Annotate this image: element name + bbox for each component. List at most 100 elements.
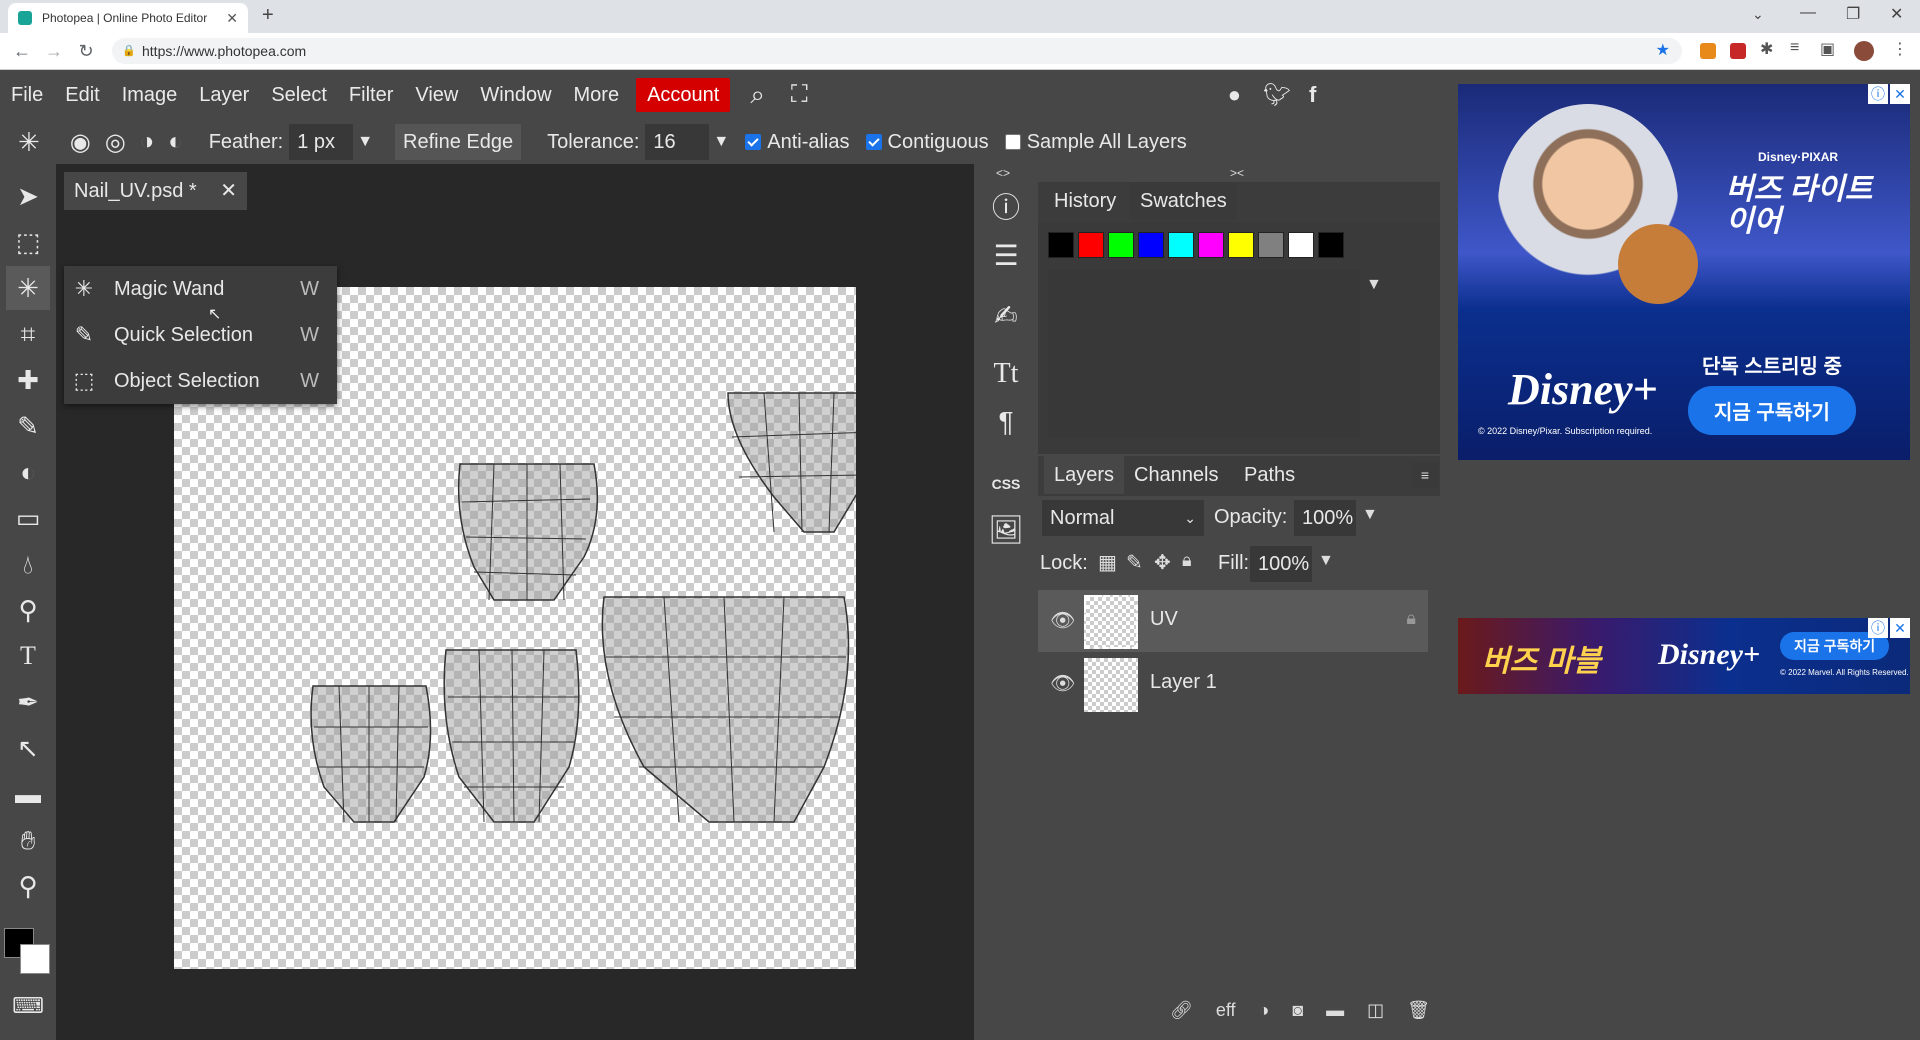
menu-view[interactable]: View <box>404 78 469 112</box>
dodge-tool-icon[interactable]: ⚲ <box>6 588 50 632</box>
tolerance-dropdown-icon[interactable]: ▼ <box>713 133 729 151</box>
type-tool-icon[interactable]: T <box>6 634 50 678</box>
shape-tool-icon[interactable]: ▬ <box>6 772 50 816</box>
gradient-tool-icon[interactable]: ▭ <box>6 496 50 540</box>
extension-fox-icon[interactable] <box>1700 43 1716 59</box>
reading-list-icon[interactable]: ≡ <box>1790 39 1799 57</box>
menu-filter[interactable]: Filter <box>338 78 404 112</box>
tolerance-input[interactable]: 16 <box>645 124 710 160</box>
account-button[interactable]: Account <box>636 78 731 112</box>
new-tab-icon[interactable]: + <box>262 4 274 27</box>
extensions-puzzle-icon[interactable]: ✱ <box>1760 39 1773 59</box>
menu-more[interactable]: More <box>563 78 631 112</box>
swatch-black[interactable] <box>1048 232 1074 258</box>
adjustment-layer-icon[interactable]: ◑ <box>1258 1000 1269 1030</box>
ad1-cta-button[interactable]: 지금 구독하기 <box>1688 386 1856 435</box>
layer-row-uv[interactable]: 👁︎ UV 🔒︎ <box>1038 590 1428 652</box>
layer-row-layer-1[interactable]: 👁︎ Layer 1 <box>1038 653 1428 715</box>
swatch-yellow[interactable] <box>1228 232 1254 258</box>
close-document-icon[interactable]: ✕ <box>220 172 237 210</box>
fill-dropdown-icon[interactable]: ▼ <box>1318 552 1334 570</box>
sample-all-layers-checkbox[interactable] <box>1004 134 1021 150</box>
tab-search-icon[interactable]: ⌄ <box>1752 6 1764 23</box>
tab-channels[interactable]: Channels <box>1124 456 1229 494</box>
lock-image-icon[interactable]: ✎ <box>1126 550 1143 575</box>
selection-add-icon[interactable]: ◎ <box>105 128 126 157</box>
crop-tool-icon[interactable]: ⌗ <box>6 312 50 356</box>
menu-edit[interactable]: Edit <box>54 78 110 112</box>
url-field[interactable]: 🔒 https://www.photopea.com ★ <box>112 38 1682 64</box>
tab-history[interactable]: History <box>1044 182 1126 220</box>
menu-layer[interactable]: Layer <box>188 78 260 112</box>
swatch-black-2[interactable] <box>1318 232 1344 258</box>
side-panel-icon[interactable]: ▣ <box>1820 39 1835 59</box>
tab-layers[interactable]: Layers <box>1044 456 1125 494</box>
blend-mode-select[interactable]: Normal ⌄ <box>1042 500 1204 536</box>
fullscreen-icon[interactable]: ⛶ <box>791 81 808 109</box>
magic-wand-tool-button[interactable]: ✳ <box>6 266 50 310</box>
maximize-icon[interactable]: ❐ <box>1846 4 1860 24</box>
layer-effects-icon[interactable]: eff <box>1216 1000 1236 1030</box>
lock-transparency-icon[interactable]: ▦ <box>1098 550 1117 575</box>
feather-input[interactable]: 1 px <box>289 124 354 160</box>
ad-banner-disney-buzz[interactable]: Disney·PIXAR 버즈 라이트이어 Disney+ 단독 스트리밍 중 … <box>1458 84 1910 460</box>
minimize-icon[interactable]: — <box>1800 4 1816 22</box>
keyboard-icon[interactable]: ⌨ <box>6 984 50 1028</box>
link-layers-icon[interactable]: 🔗︎ <box>1170 1000 1193 1030</box>
move-tool-icon[interactable]: ➤ <box>6 174 50 218</box>
tab-paths[interactable]: Paths <box>1234 456 1305 494</box>
swatch-cyan[interactable] <box>1168 232 1194 258</box>
pen-tool-icon[interactable]: ✒ <box>6 680 50 724</box>
healing-tool-icon[interactable]: ✚ <box>6 358 50 402</box>
ad-close-icon[interactable]: ✕ <box>1890 84 1910 104</box>
twitter-icon[interactable]: 🐦︎ <box>1263 82 1291 108</box>
feather-dropdown-icon[interactable]: ▼ <box>357 133 373 151</box>
swatch-magenta[interactable] <box>1198 232 1224 258</box>
forward-icon[interactable]: → <box>40 33 68 69</box>
tab-swatches[interactable]: Swatches <box>1130 182 1237 220</box>
browser-tab[interactable]: Photopea | Online Photo Editor ✕ <box>8 3 248 33</box>
marquee-tool-icon[interactable]: ⬚ <box>6 220 50 264</box>
menu-window[interactable]: Window <box>469 78 562 112</box>
collapse-panel-icon[interactable]: >< <box>1230 166 1244 180</box>
blur-tool-icon[interactable]: 💧︎ <box>6 542 50 586</box>
zoom-tool-icon[interactable]: ⚲ <box>6 864 50 908</box>
contiguous-checkbox[interactable] <box>865 134 882 150</box>
swatch-green[interactable] <box>1108 232 1134 258</box>
ad-close-icon[interactable]: ✕ <box>1890 618 1910 638</box>
adjustments-icon[interactable]: ☰ <box>984 234 1028 278</box>
background-color-swatch[interactable] <box>20 944 50 974</box>
swatch-white[interactable] <box>1288 232 1314 258</box>
facebook-icon[interactable]: f <box>1309 82 1316 108</box>
swatches-area[interactable] <box>1048 270 1360 438</box>
visibility-eye-icon[interactable]: 👁︎ <box>1050 608 1075 633</box>
image-icon[interactable]: 🖼︎ <box>984 508 1028 552</box>
css-icon[interactable]: CSS <box>984 462 1028 506</box>
browser-menu-icon[interactable]: ⋮ <box>1892 39 1908 59</box>
profile-avatar[interactable] <box>1854 41 1874 61</box>
selection-intersect-icon[interactable]: ◐ <box>168 128 183 156</box>
eraser-tool-icon[interactable]: ◐ <box>6 450 50 494</box>
swatches-menu-icon[interactable]: ▼ <box>1366 276 1382 294</box>
swatch-gray[interactable] <box>1258 232 1284 258</box>
back-icon[interactable]: ← <box>8 33 36 69</box>
reload-icon[interactable]: ↻ <box>72 33 100 69</box>
selection-subtract-icon[interactable]: ◑ <box>140 128 155 156</box>
bookmark-star-icon[interactable]: ★ <box>1656 38 1670 64</box>
layers-panel-menu-icon[interactable]: ≡ <box>1412 462 1438 488</box>
fill-input[interactable]: 100% <box>1250 546 1312 582</box>
reddit-icon[interactable]: ● <box>1228 82 1241 108</box>
close-tab-icon[interactable]: ✕ <box>226 10 238 27</box>
swatch-blue[interactable] <box>1138 232 1164 258</box>
flyout-item-magic-wand[interactable]: ✳ Magic Wand W <box>64 266 337 312</box>
path-select-tool-icon[interactable]: ↖ <box>6 726 50 770</box>
menu-file[interactable]: File <box>0 78 54 112</box>
lock-all-icon[interactable]: 🔒︎ <box>1182 550 1192 571</box>
ad-info-icon[interactable]: ⓘ <box>1868 84 1888 104</box>
info-icon[interactable]: ⓘ <box>984 186 1028 230</box>
layer-mask-icon[interactable]: ◙ <box>1292 1000 1303 1030</box>
menu-select[interactable]: Select <box>260 78 338 112</box>
paragraph-icon[interactable]: ¶ <box>984 400 1028 444</box>
brush-tool-icon[interactable]: ✎ <box>6 404 50 448</box>
new-group-icon[interactable]: ▬ <box>1326 1000 1344 1030</box>
